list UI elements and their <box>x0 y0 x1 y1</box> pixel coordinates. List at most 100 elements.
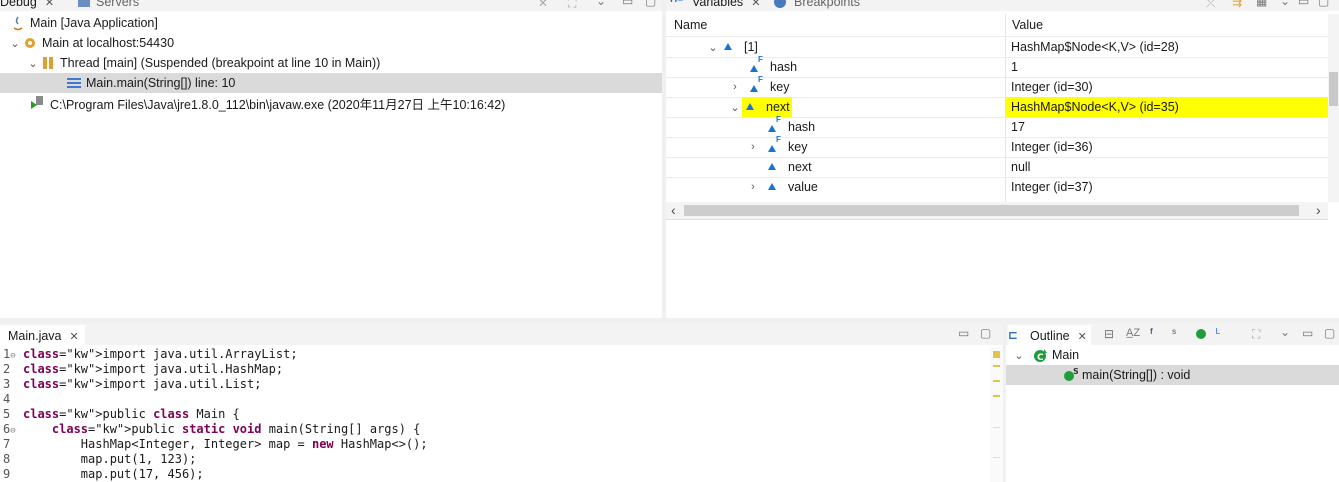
variable-row[interactable]: › value Integer (id=37) <box>666 177 1328 197</box>
tab-variables[interactable]: H= Variables ✕ <box>670 0 760 11</box>
chevron-right-icon[interactable]: › <box>746 141 760 153</box>
minimize-icon[interactable]: ▭ <box>622 0 633 8</box>
warning-marker[interactable] <box>993 365 1000 367</box>
code-line-text: class="kw">import <box>23 362 146 376</box>
view-menu-icon[interactable]: ⌄ <box>1280 0 1290 8</box>
warning-marker[interactable] <box>993 351 1000 358</box>
variable-row[interactable]: next null <box>666 157 1328 177</box>
minimize-icon[interactable]: ▭ <box>1298 0 1309 8</box>
code-line: 6⊖ <box>3 422 16 436</box>
skip-breakpoints-icon[interactable]: ⛶ <box>568 0 576 11</box>
chevron-down-icon[interactable]: ⌄ <box>706 41 720 54</box>
variable-name: value <box>788 180 818 194</box>
horizontal-scrollbar[interactable]: ‹ › <box>666 202 1328 220</box>
vertical-scrollbar[interactable] <box>1328 14 1339 202</box>
view-menu-icon[interactable]: ⌄ <box>596 0 606 8</box>
field-icon <box>768 159 784 175</box>
variable-name: next <box>788 160 812 174</box>
variable-row[interactable]: › F key Integer (id=36) <box>666 135 1328 157</box>
hide-fields-icon[interactable]: ᶠ <box>1150 326 1153 340</box>
close-icon[interactable]: ✕ <box>45 0 54 9</box>
code-line: 4 <box>3 392 10 406</box>
variable-row[interactable]: F hash 17 <box>666 115 1328 137</box>
maximize-icon[interactable]: ▢ <box>645 0 656 8</box>
sort-icon[interactable]: A̲Z <box>1126 327 1140 339</box>
debug-view: Debug ✕ Servers ✕ ⛶ ⌄ ▭ ▢ Main [Java App… <box>0 0 662 318</box>
scroll-left-icon[interactable]: ‹ <box>671 202 676 218</box>
collapse-all-icon[interactable]: ⊟ <box>1104 327 1114 341</box>
tab-servers[interactable]: Servers <box>78 0 139 11</box>
code-line: 5 <box>3 407 10 421</box>
tab-outline[interactable]: ⊏ Outline ✕ <box>1008 325 1091 347</box>
outline-icon: ⊏ <box>1008 328 1019 342</box>
close-icon[interactable]: ✕ <box>1078 330 1087 343</box>
line-number: 8 <box>3 452 11 466</box>
tree-item-debug-target[interactable]: ⌄ Main at localhost:54430 <box>8 33 174 53</box>
code-area[interactable]: 1⊖ 2 3 4 5 6⊖ 7 8 9 class="kw">import ja… <box>0 347 990 482</box>
chevron-down-icon[interactable]: ⌄ <box>26 57 40 70</box>
editor-view: Main.java ✕ ▭ ▢ 1⊖ 2 3 4 5 6⊖ 7 8 9 clas… <box>0 323 1003 482</box>
maximize-icon[interactable]: ▢ <box>1318 0 1329 8</box>
outline-item-method[interactable]: S main(String[]) : void <box>1006 365 1339 385</box>
svg-text:S: S <box>1073 367 1078 376</box>
final-field-icon: F <box>768 115 784 135</box>
minimize-icon[interactable]: ▭ <box>1302 326 1313 340</box>
tab-main-java[interactable]: Main.java ✕ <box>0 325 85 347</box>
outline-label: main(String[]) : void <box>1082 368 1191 382</box>
tree-item-process[interactable]: C:\Program Files\Java\jre1.8.0_112\bin\j… <box>30 93 505 113</box>
line-number: 7 <box>3 437 11 451</box>
variable-value: null <box>1011 160 1031 174</box>
tab-breakpoints[interactable]: Breakpoints <box>774 0 860 11</box>
close-icon[interactable]: ✕ <box>751 0 760 9</box>
tree-item-stack-frame[interactable]: Main.main(String[]) line: 10 <box>0 73 662 93</box>
hide-static-icon[interactable]: ˢ <box>1172 326 1176 340</box>
variable-row-selected[interactable]: ⌄ next HashMap$Node<K,V> (id=35) <box>666 97 1328 117</box>
scroll-right-icon[interactable]: › <box>1316 202 1321 218</box>
view-menu-icon[interactable]: ⌄ <box>1280 325 1290 339</box>
outline-view: ⊏ Outline ✕ ⊟ A̲Z ᶠ ˢ ᴸ ⛶ ⌄ ▭ ▢ ⌄ C Main… <box>1006 323 1339 482</box>
close-icon[interactable]: ✕ <box>70 330 79 343</box>
scrollbar-thumb[interactable] <box>684 205 1299 216</box>
chevron-right-icon[interactable]: › <box>746 181 760 193</box>
code-line: 8 <box>3 452 10 466</box>
debug-target-icon <box>22 35 38 51</box>
outline-item-class[interactable]: ⌄ C Main <box>1012 345 1079 365</box>
code-text: class="kw">import java.util.ArrayList; c… <box>23 347 428 481</box>
show-type-names-icon[interactable]: ⇶ <box>1232 0 1242 8</box>
code-line-text: map.put(1, 123); <box>23 452 197 466</box>
field-icon <box>724 39 740 55</box>
column-header-label: Name <box>674 18 708 32</box>
variables-tab-label: Variables <box>692 0 744 9</box>
variable-row[interactable]: ⌄ [1] HashMap$Node<K,V> (id=28) <box>666 37 1328 57</box>
field-icon <box>768 179 784 195</box>
collapse-all-icon[interactable]: ⤫ <box>1206 0 1216 11</box>
fold-icon[interactable]: ⊖ <box>10 426 15 436</box>
chevron-down-icon[interactable]: ⌄ <box>8 37 22 50</box>
column-header-value[interactable]: Value <box>1012 15 1043 35</box>
warning-marker[interactable] <box>993 395 1000 397</box>
variable-row[interactable]: F hash 1 <box>666 55 1328 77</box>
remove-terminated-icon[interactable]: ✕ <box>538 0 548 10</box>
variable-name: key <box>770 80 790 94</box>
minimize-icon[interactable]: ▭ <box>958 326 969 340</box>
variable-value: 17 <box>1011 120 1025 134</box>
scrollbar-thumb[interactable] <box>1329 72 1338 106</box>
maximize-icon[interactable]: ▢ <box>1324 326 1335 340</box>
chevron-down-icon[interactable]: ⌄ <box>1012 349 1026 362</box>
variable-row[interactable]: › F key Integer (id=30) <box>666 75 1328 97</box>
fold-icon[interactable]: ⊖ <box>10 351 15 361</box>
column-header-name[interactable]: Name <box>674 15 707 35</box>
chevron-right-icon[interactable]: › <box>728 81 742 93</box>
code-line: 2 <box>3 362 10 376</box>
tree-item-java-app[interactable]: Main [Java Application] <box>10 13 158 33</box>
chevron-down-icon[interactable]: ⌄ <box>728 101 742 114</box>
focus-icon[interactable]: ⛶ <box>1252 327 1260 342</box>
hide-nonpublic-icon[interactable] <box>1196 329 1206 339</box>
maximize-icon[interactable]: ▢ <box>980 326 991 340</box>
tree-item-thread[interactable]: ⌄ Thread [main] (Suspended (breakpoint a… <box>26 53 380 73</box>
layout-icon[interactable]: ▦ <box>1256 0 1267 8</box>
tab-debug[interactable]: Debug ✕ <box>0 0 54 11</box>
java-app-icon <box>10 15 26 31</box>
hide-local-types-icon[interactable]: ᴸ <box>1216 326 1220 340</box>
warning-marker[interactable] <box>993 380 1000 382</box>
